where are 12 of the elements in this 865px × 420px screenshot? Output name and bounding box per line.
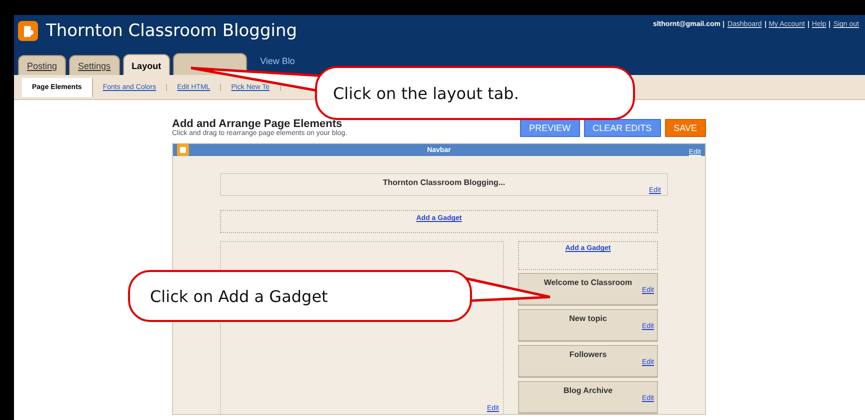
widget-title: Welcome to Classroom <box>544 278 632 287</box>
tab[interactable]: Posting <box>18 55 66 75</box>
widget-title: Blog Archive <box>563 386 613 395</box>
widget-title: Thornton Classroom Blogging... <box>382 178 506 187</box>
blog-logo-icon <box>18 21 38 41</box>
tab[interactable]: Layout <box>122 54 170 75</box>
blog-title: Thornton Classroom Blogging <box>46 21 298 41</box>
tab[interactable]: Settings <box>69 55 120 75</box>
widget-title: New topic <box>569 314 607 323</box>
blog-logo-icon <box>177 144 189 156</box>
page-heading: Add and Arrange Page Elements <box>172 118 342 130</box>
widget-title: Followers <box>569 350 607 359</box>
